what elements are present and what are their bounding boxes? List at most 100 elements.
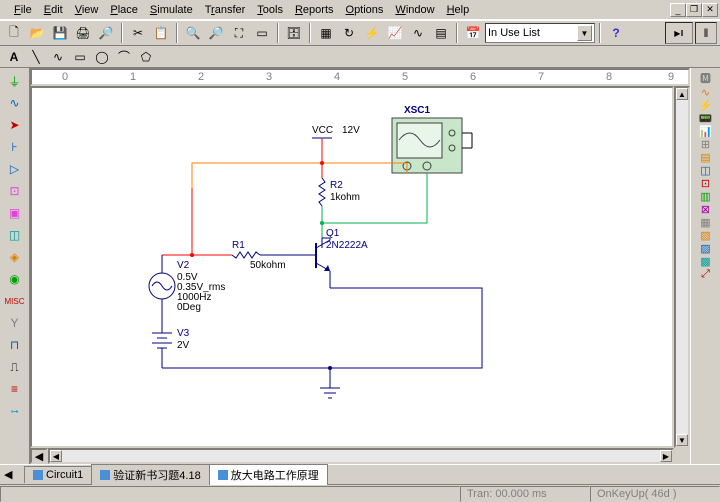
q1-label: Q1 — [326, 228, 340, 239]
close-button[interactable]: ✕ — [702, 3, 718, 17]
zoom-area-button[interactable]: ▭ — [251, 22, 273, 44]
calendar-button[interactable]: 📅 — [462, 22, 484, 44]
arc-tool[interactable]: ⌒ — [113, 46, 135, 68]
menu-transfer[interactable]: Transfer — [199, 2, 252, 18]
logic-conv-tool[interactable]: ◫ — [700, 164, 710, 177]
refresh-button[interactable]: ↻ — [338, 22, 360, 44]
menu-window[interactable]: Window — [389, 2, 440, 18]
minimize-button[interactable]: _ — [670, 3, 686, 17]
scroll-down-icon[interactable]: ▼ — [676, 434, 688, 446]
analog-tool[interactable]: ▷ — [3, 158, 27, 180]
probe-tool[interactable]: ⤢ — [701, 268, 710, 281]
menu-place[interactable]: Place — [104, 2, 144, 18]
word-gen-tool[interactable]: ⊞ — [701, 138, 710, 151]
schematic-canvas[interactable]: XSC1 VCC 12V R2 1kohm — [30, 86, 674, 448]
status-bar: Tran: 00.000 ms OnKeyUp( 46d ) — [0, 484, 720, 502]
menu-help[interactable]: Help — [441, 2, 476, 18]
combo-value: In Use List — [488, 27, 540, 39]
vertical-scrollbar[interactable]: ▲ ▼ — [674, 86, 690, 448]
diode-tool[interactable]: ➤ — [3, 114, 27, 136]
ttl-tool[interactable]: ⊡ — [3, 180, 27, 202]
transistor-tool[interactable]: ⊦ — [3, 136, 27, 158]
menu-reports[interactable]: Reports — [289, 2, 340, 18]
graph-button[interactable]: 📈 — [384, 22, 406, 44]
zoom-fit-button[interactable]: ⛶ — [228, 22, 250, 44]
tab-nav-icon[interactable]: ◀ — [4, 468, 18, 482]
logic-analyzer-tool[interactable]: ▤ — [700, 151, 710, 164]
tab-amplifier-active[interactable]: 放大电路工作原理 — [209, 464, 328, 485]
instrument-palette: 🅼 ∿ ⚡ 📟 📊 ⊞ ▤ ◫ ⊡ ▥ ⊠ ▦ ▧ ▨ ▩ ⤢ — [690, 68, 720, 464]
text-tool[interactable]: A — [3, 46, 25, 68]
agilent-scope-tool[interactable]: ▨ — [700, 242, 710, 255]
basic-tool[interactable]: ∿ — [3, 92, 27, 114]
polyline-tool[interactable]: ∿ — [47, 46, 69, 68]
open-button[interactable]: 📂 — [26, 22, 48, 44]
rf-tool[interactable]: Y — [3, 312, 27, 334]
menu-file[interactable]: File — [8, 2, 38, 18]
scroll-left-icon[interactable]: ◀ — [50, 450, 62, 462]
wizard-button[interactable]: ⚡ — [361, 22, 383, 44]
pause-button[interactable]: ‖ — [695, 22, 717, 44]
zoom-in-button[interactable]: 🔍 — [182, 22, 204, 44]
tab-circuit1[interactable]: Circuit1 — [24, 466, 92, 483]
cmos-tool[interactable]: ▣ — [3, 202, 27, 224]
spectrum-tool[interactable]: ▥ — [700, 190, 710, 203]
menu-view[interactable]: View — [69, 2, 105, 18]
horizontal-scrollbar[interactable]: ◀ ▶ — [48, 448, 674, 464]
bode-tool[interactable]: 📊 — [699, 125, 713, 138]
doc-icon — [218, 470, 228, 480]
main-toolbar: 🗋 📂 💾 🖨 🔎 ✂ 📋 🔍 🔎 ⛶ ▭ 🗄 ▦ ↻ ⚡ 📈 ∿ ▤ 📅 In… — [0, 20, 720, 46]
ellipse-tool[interactable]: ◯ — [91, 46, 113, 68]
indicator-tool[interactable]: ◉ — [3, 268, 27, 290]
misc-tool[interactable]: MISC — [3, 290, 27, 312]
distortion-tool[interactable]: ⊡ — [701, 177, 710, 190]
resistor-r1[interactable] — [232, 252, 260, 258]
spreadsheet-button[interactable]: ▦ — [315, 22, 337, 44]
print-button[interactable]: 🖨 — [72, 22, 94, 44]
tek-scope-tool[interactable]: ▩ — [700, 255, 710, 268]
dropdown-arrow-icon[interactable]: ▼ — [577, 25, 592, 41]
menu-options[interactable]: Options — [340, 2, 390, 18]
cut-button[interactable]: ✂ — [127, 22, 149, 44]
mixed-tool[interactable]: ◈ — [3, 246, 27, 268]
analysis-button[interactable]: ∿ — [407, 22, 429, 44]
postprocessor-button[interactable]: ▤ — [430, 22, 452, 44]
new-button[interactable]: 🗋 — [3, 22, 25, 44]
bus-tool[interactable]: ≡ — [3, 378, 27, 400]
preview-button[interactable]: 🔎 — [95, 22, 117, 44]
restore-button[interactable]: ❐ — [686, 3, 702, 17]
menu-simulate[interactable]: Simulate — [144, 2, 199, 18]
zoom-out-button[interactable]: 🔎 — [205, 22, 227, 44]
v3-value: 2V — [177, 340, 190, 351]
wattmeter-tool[interactable]: ⚡ — [699, 99, 713, 112]
help-button[interactable]: ? — [605, 22, 627, 44]
r2-label: R2 — [330, 180, 343, 191]
network-tool[interactable]: ⊠ — [701, 203, 710, 216]
ladder-tool[interactable]: ⎍ — [3, 356, 27, 378]
agilent-mm-tool[interactable]: ▧ — [700, 229, 710, 242]
source-tool[interactable]: ⏚ — [3, 70, 27, 92]
oscilloscope-tool[interactable]: 📟 — [699, 112, 713, 125]
function-gen-tool[interactable]: ∿ — [701, 86, 710, 99]
tab-exercise[interactable]: 验证新书习题4.18 — [91, 464, 209, 485]
line-tool[interactable]: ╲ — [25, 46, 47, 68]
rect-tool[interactable]: ▭ — [69, 46, 91, 68]
scroll-up-icon[interactable]: ▲ — [676, 88, 688, 100]
paste-button[interactable]: 📋 — [150, 22, 172, 44]
menu-tools[interactable]: Tools — [251, 2, 289, 18]
save-button[interactable]: 💾 — [49, 22, 71, 44]
menu-edit[interactable]: Edit — [38, 2, 69, 18]
polygon-tool[interactable]: ⬠ — [135, 46, 157, 68]
run-button[interactable]: ▶‖ — [665, 22, 693, 44]
sheet-nav-icon[interactable]: ◀ — [30, 448, 48, 464]
agilent-fg-tool[interactable]: ▦ — [700, 216, 710, 229]
database-button[interactable]: 🗄 — [283, 22, 305, 44]
use-list-combo[interactable]: In Use List ▼ — [485, 23, 595, 43]
vcc-value: 12V — [342, 125, 360, 136]
connector-tool[interactable]: ⊶ — [3, 400, 27, 422]
misc-digital-tool[interactable]: ◫ — [3, 224, 27, 246]
multimeter-tool[interactable]: 🅼 — [700, 70, 711, 86]
electromech-tool[interactable]: ⊓ — [3, 334, 27, 356]
resistor-r2[interactable] — [319, 178, 325, 206]
scroll-right-icon[interactable]: ▶ — [660, 450, 672, 462]
